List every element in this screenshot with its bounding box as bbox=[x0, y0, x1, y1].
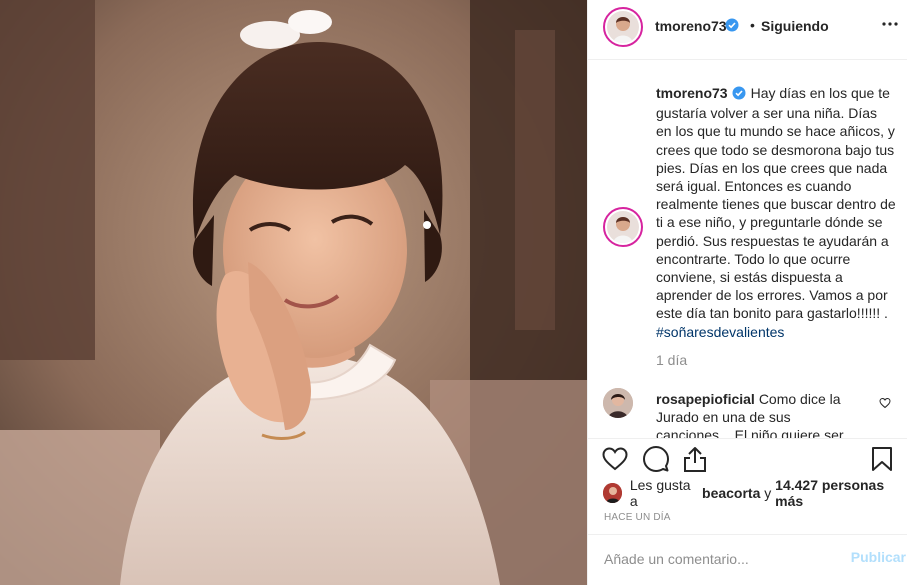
liker-avatar[interactable] bbox=[603, 483, 622, 503]
avatar-image bbox=[607, 211, 639, 243]
post-side-panel: tmoreno73 • Siguiendo tmoreno73 Hay días … bbox=[587, 0, 907, 585]
caption-author-avatar[interactable] bbox=[603, 207, 643, 247]
post-timestamp: HACE UN DÍA bbox=[604, 512, 671, 523]
commenter-avatar[interactable] bbox=[603, 388, 633, 418]
header-separator: • bbox=[750, 17, 755, 33]
publish-comment-button[interactable]: Publicar bbox=[851, 549, 906, 565]
comment-like-heart-icon[interactable] bbox=[879, 396, 891, 414]
caption-text: Hay días en los que te gustaría volver a… bbox=[656, 85, 896, 322]
verified-badge-icon bbox=[725, 18, 739, 37]
likes-connector: y bbox=[764, 485, 772, 501]
author-username[interactable]: tmoreno73 bbox=[655, 18, 727, 34]
post-caption: tmoreno73 Hay días en los que te gustaría… bbox=[656, 84, 896, 341]
likes-prefix: Les gusta a bbox=[629, 477, 691, 509]
author-avatar[interactable] bbox=[603, 7, 643, 47]
comments-area[interactable]: tmoreno73 Hay días en los que te gustaría… bbox=[588, 60, 907, 438]
add-comment-input[interactable] bbox=[604, 549, 824, 569]
avatar-image bbox=[607, 11, 639, 43]
instagram-post: tmoreno73 • Siguiendo tmoreno73 Hay días … bbox=[0, 0, 907, 585]
post-header: tmoreno73 • Siguiendo bbox=[588, 0, 907, 60]
liker-username[interactable]: beacorta bbox=[702, 485, 760, 501]
caption-time: 1 día bbox=[656, 352, 688, 368]
following-button[interactable]: Siguiendo bbox=[761, 18, 829, 34]
comment-icon[interactable] bbox=[642, 445, 670, 473]
ellipsis-icon[interactable] bbox=[880, 14, 900, 34]
caption-username[interactable]: tmoreno73 bbox=[656, 85, 728, 101]
post-photo[interactable] bbox=[0, 0, 587, 585]
bookmark-icon[interactable] bbox=[868, 445, 896, 473]
likes-summary: Les gusta a beacorta y 14.427 personas m… bbox=[603, 477, 907, 509]
share-icon[interactable] bbox=[681, 445, 709, 473]
likes-count-link[interactable]: 14.427 personas más bbox=[775, 477, 907, 509]
verified-badge-icon bbox=[732, 86, 746, 104]
add-comment-section: Publicar bbox=[588, 534, 907, 585]
post-actions: Les gusta a beacorta y 14.427 personas m… bbox=[588, 438, 907, 528]
comment-item: rosapepioficial Como dice la Jurado en un… bbox=[656, 390, 866, 438]
comment-username[interactable]: rosapepioficial bbox=[656, 391, 755, 407]
heart-icon[interactable] bbox=[601, 445, 629, 473]
vintage-portrait-image bbox=[0, 0, 587, 585]
caption-hashtag[interactable]: #soñaresdevalientes bbox=[656, 324, 784, 340]
